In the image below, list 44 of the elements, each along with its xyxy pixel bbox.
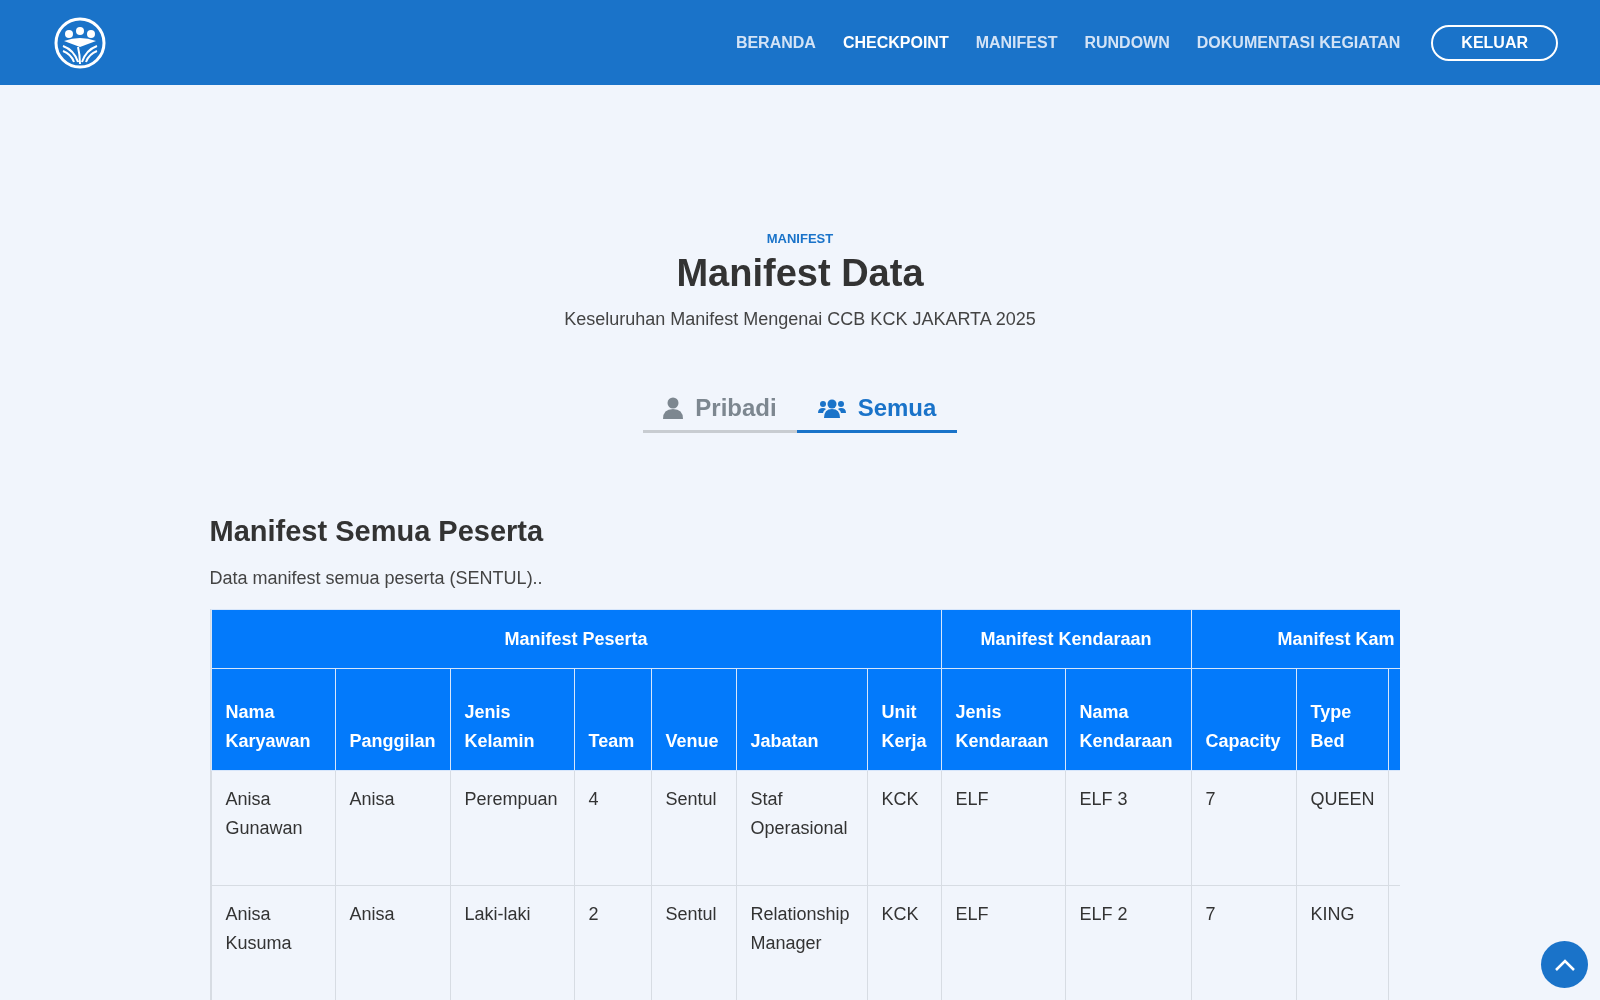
logo-icon[interactable]: [54, 16, 106, 69]
group-header: Manifest Peserta: [211, 609, 941, 669]
tab[interactable]: Pribadi: [643, 394, 797, 433]
tab[interactable]: Semua: [797, 394, 957, 433]
table-cell: Anisa Gunawan: [211, 770, 335, 886]
table-cell: Sentul: [651, 770, 736, 886]
table-cell: 7: [1191, 770, 1297, 886]
column-header: Nama Kendaraan: [1065, 668, 1192, 771]
users-icon: [817, 398, 846, 418]
column-header: Nama Karyawan: [211, 668, 335, 771]
table-cell: Anisa Kusuma: [211, 885, 335, 1000]
column-header: Type Bed: [1296, 668, 1389, 771]
section-description: Data manifest semua peserta (SENTUL)..: [209, 568, 544, 589]
table-cell: QUEEN: [1296, 770, 1389, 886]
column-header: Jenis Kendaraan: [941, 668, 1065, 771]
logout-button[interactable]: KELUAR: [1431, 24, 1558, 61]
section-eyebrow: MANIFEST: [766, 231, 834, 246]
table-cell: Staf Operasional: [736, 770, 867, 886]
table-cell: 4: [574, 770, 651, 886]
column-header: Team: [574, 668, 651, 771]
nav-link[interactable]: RUNDOWN: [1084, 33, 1170, 52]
nav-link[interactable]: CHECKPOINT: [842, 33, 949, 52]
group-header: Manifest Kam: [1191, 609, 1400, 669]
page-subtitle: Keseluruhan Manifest Mengenai CCB KCK JAKARTA 2025: [564, 309, 1036, 330]
table-cell: Perempuan: [450, 770, 574, 886]
nav-link[interactable]: DOKUMENTASI KEGIATAN: [1196, 33, 1401, 52]
column-header: Unit Kerja: [867, 668, 941, 771]
table-cell: ELF: [941, 770, 1065, 886]
column-header: Jabatan: [736, 668, 867, 771]
column-header: Capacity: [1191, 668, 1297, 771]
back-to-top-button[interactable]: [1541, 941, 1588, 988]
nav-link[interactable]: BERANDA: [735, 33, 816, 52]
column-header: Panggilan: [335, 668, 450, 771]
page-title: Manifest Data: [676, 252, 924, 295]
chevron-up-icon: [1553, 957, 1576, 972]
table-cell: Anisa: [335, 770, 450, 886]
column-header: Jenis Kelamin: [450, 668, 574, 771]
table-cell: KCK: [867, 770, 941, 886]
group-header: Manifest Kendaraan: [941, 609, 1192, 669]
nav-link[interactable]: MANIFEST: [975, 33, 1058, 52]
section-title: Manifest Semua Peserta: [209, 515, 545, 548]
column-header: Venue: [651, 668, 736, 771]
user-icon: [663, 397, 684, 419]
table-cell: ELF 3: [1065, 770, 1192, 886]
